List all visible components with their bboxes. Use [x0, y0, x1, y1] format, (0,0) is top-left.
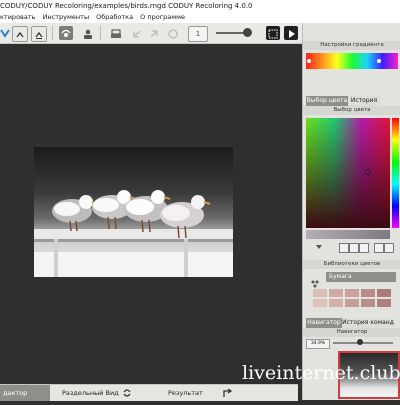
open-file-icon[interactable] [12, 26, 28, 42]
view-mode-bar: дактор Раздельный Вид Результат [0, 384, 298, 401]
color-swatch[interactable] [377, 289, 391, 297]
editor-tab[interactable]: дактор [0, 385, 50, 401]
swap-icon[interactable] [122, 388, 132, 398]
result-tab[interactable]: Результат [168, 385, 203, 401]
color-swatch[interactable] [345, 289, 359, 297]
brush-size-handle[interactable] [243, 28, 252, 37]
tab-command-history[interactable]: История команд [342, 318, 394, 328]
dropdown-arrow-icon[interactable] [316, 245, 322, 249]
zoom-slider-handle[interactable] [357, 339, 363, 345]
split-view-tab[interactable]: Раздельный Вид [62, 385, 119, 401]
image-preview[interactable] [34, 147, 233, 277]
color-box-2[interactable] [349, 243, 359, 253]
color-box-5[interactable] [384, 243, 394, 253]
bucket-icon[interactable] [81, 26, 95, 40]
tab-navigator[interactable]: Навигатор [306, 318, 342, 328]
window-title-bar: CODUY/CODUY Recoloring/examples/birds.rn… [0, 0, 400, 12]
menu-item-edit[interactable]: ктировать [0, 13, 35, 21]
value-strip[interactable] [306, 230, 390, 239]
menu-item-processing[interactable]: Обработка [96, 13, 133, 21]
library-dots-icon[interactable] [311, 273, 321, 288]
preview-frame-icon[interactable] [266, 26, 280, 40]
color-swatch[interactable] [313, 289, 327, 297]
color-swatch[interactable] [361, 289, 375, 297]
lamp-icon[interactable] [59, 26, 73, 40]
undo-icon[interactable] [130, 26, 144, 40]
tab-history[interactable]: История [348, 96, 380, 106]
bird-1 [52, 195, 99, 232]
color-swatch[interactable] [329, 289, 343, 297]
gradient-bar[interactable] [306, 53, 398, 69]
color-swatch[interactable] [377, 299, 391, 307]
window-title: CODUY/CODUY Recoloring/examples/birds.rn… [0, 2, 253, 10]
color-swatch[interactable] [313, 299, 327, 307]
zoom-slider[interactable] [333, 342, 393, 344]
color-swatch[interactable] [361, 299, 375, 307]
tab-color-select[interactable]: Выбор цвета [306, 96, 348, 106]
color-swatch[interactable] [329, 299, 343, 307]
color-box-3[interactable] [359, 243, 369, 253]
gradient-settings-title: Настройки градиента [303, 41, 400, 50]
gradient-stop-mid[interactable] [377, 59, 381, 63]
color-mode-row [306, 243, 398, 253]
zoom-input[interactable]: 34.9% [306, 339, 330, 349]
color-field[interactable] [306, 118, 390, 228]
export-icon[interactable] [222, 387, 234, 399]
color-field-cursor[interactable] [365, 169, 371, 175]
menu-item-tools[interactable]: Инструменты [43, 13, 90, 21]
hue-slider[interactable] [392, 118, 399, 228]
menu-item-about[interactable]: О программе [140, 13, 185, 21]
watermark: liveinternet.club [242, 362, 400, 384]
color-box-1[interactable] [339, 243, 349, 253]
rotate-icon[interactable] [166, 26, 180, 40]
color-box-4[interactable] [374, 243, 384, 253]
gradient-stop-left[interactable] [307, 59, 311, 63]
print-icon[interactable] [109, 26, 123, 40]
navigator-title: Навигатор [303, 328, 400, 337]
right-panel: Настройки градиента Выбор цвета История … [302, 23, 400, 400]
libraries-title: Библиотеки цветов [303, 260, 400, 269]
brush-size-slider[interactable] [216, 32, 246, 34]
counter-input[interactable]: 1 [188, 26, 208, 42]
library-item-paper[interactable]: Бумага [326, 272, 396, 282]
redo-icon[interactable] [147, 26, 161, 40]
menu-bar: ктировать Инструменты Обработка О програ… [0, 12, 400, 23]
play-icon[interactable] [284, 26, 298, 40]
color-picker-title: Выбор цвета [303, 106, 400, 115]
save-file-icon[interactable] [31, 26, 47, 42]
color-swatch[interactable] [345, 299, 359, 307]
swatch-grid [313, 289, 397, 309]
select-tool-icon[interactable] [0, 26, 12, 40]
